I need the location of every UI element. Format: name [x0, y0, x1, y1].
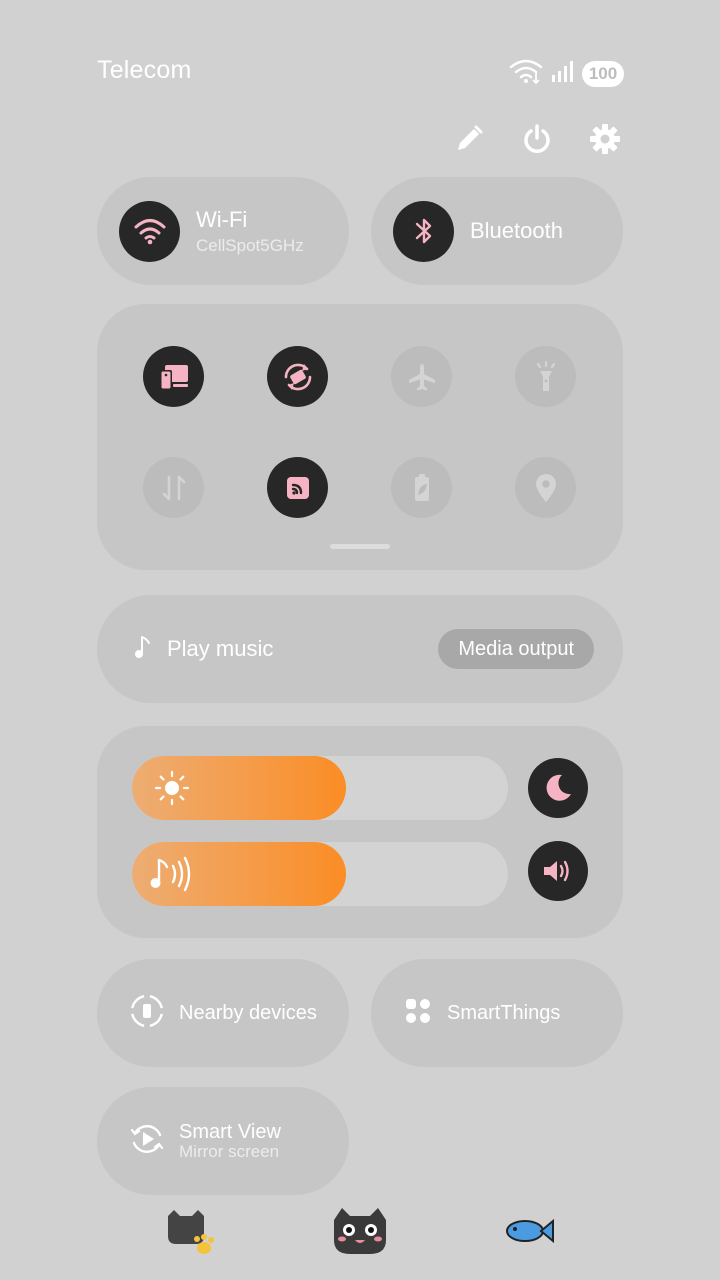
battery-icon: 100: [582, 60, 624, 87]
sun-icon: [154, 770, 190, 811]
smart-view-icon: [129, 1121, 165, 1162]
mobile-data-button[interactable]: [143, 457, 204, 518]
signal-icon: [550, 59, 576, 88]
bluetooth-icon: [415, 218, 431, 244]
nfc-icon: [286, 476, 309, 499]
screen-share-icon: [159, 364, 188, 390]
flashlight-icon: [536, 360, 555, 391]
moon-icon: [546, 774, 571, 801]
smartthings-icon: [403, 996, 433, 1031]
nearby-devices-tile[interactable]: Nearby devices: [97, 959, 349, 1067]
quick-settings-grid: [97, 304, 623, 570]
carrier-name: Telecom: [97, 56, 192, 84]
music-note-icon: [133, 634, 153, 665]
power-saving-button[interactable]: [391, 457, 452, 518]
bluetooth-tile[interactable]: Bluetooth: [371, 177, 623, 285]
bluetooth-toggle[interactable]: [393, 200, 454, 262]
nearby-devices-label: Nearby devices: [179, 1001, 317, 1024]
auto-rotate-button[interactable]: [267, 346, 328, 407]
media-output-button[interactable]: Media output: [438, 629, 594, 669]
music-volume-icon: [148, 854, 196, 899]
smartthings-tile[interactable]: SmartThings: [371, 959, 623, 1067]
wifi-toggle[interactable]: [119, 200, 180, 262]
fish-sticker-icon: [503, 1216, 555, 1251]
smart-view-text: Smart View Mirror screen: [179, 1121, 281, 1162]
auto-rotate-icon: [284, 363, 311, 390]
airplane-mode-button[interactable]: [391, 346, 452, 407]
bluetooth-title: Bluetooth: [470, 218, 563, 243]
nfc-button[interactable]: [267, 457, 328, 518]
play-music-label: Play music: [167, 636, 274, 661]
smart-view-subtitle: Mirror screen: [179, 1141, 280, 1161]
nearby-devices-icon: [129, 992, 165, 1034]
location-icon: [535, 473, 556, 502]
flashlight-button[interactable]: [515, 346, 576, 407]
screen-share-button[interactable]: [143, 346, 204, 407]
wifi-title: Wi-Fi: [196, 206, 248, 232]
brightness-slider[interactable]: [132, 756, 508, 820]
airplane-icon: [408, 363, 435, 390]
slider-panel: [97, 726, 623, 938]
night-mode-button[interactable]: [528, 758, 588, 818]
power-saving-icon: [414, 473, 429, 501]
page-indicator[interactable]: [330, 544, 390, 549]
top-actions: [452, 122, 622, 156]
wifi-network-name: CellSpot5GHz: [196, 235, 304, 255]
settings-gear-icon[interactable]: [588, 122, 622, 156]
status-icons: 100: [508, 58, 624, 89]
cat-face-sticker-icon: [330, 1206, 390, 1261]
mobile-data-icon: [162, 475, 185, 500]
sound-mode-button[interactable]: [528, 841, 588, 901]
media-panel[interactable]: Play music Media output: [97, 595, 623, 703]
location-button[interactable]: [515, 457, 576, 518]
smartthings-label: SmartThings: [447, 1001, 561, 1024]
power-icon[interactable]: [520, 122, 554, 156]
wifi-icon: [508, 58, 544, 89]
cat-paw-sticker-icon: [164, 1206, 218, 1265]
speaker-icon: [544, 860, 569, 882]
smart-view-title: Smart View: [179, 1120, 281, 1143]
volume-slider[interactable]: [132, 842, 508, 906]
smart-view-tile[interactable]: Smart View Mirror screen: [97, 1087, 349, 1195]
wifi-tile-icon: [134, 219, 165, 245]
wifi-tile[interactable]: Wi-Fi CellSpot5GHz: [97, 177, 349, 285]
edit-pencil-icon[interactable]: [452, 122, 486, 156]
